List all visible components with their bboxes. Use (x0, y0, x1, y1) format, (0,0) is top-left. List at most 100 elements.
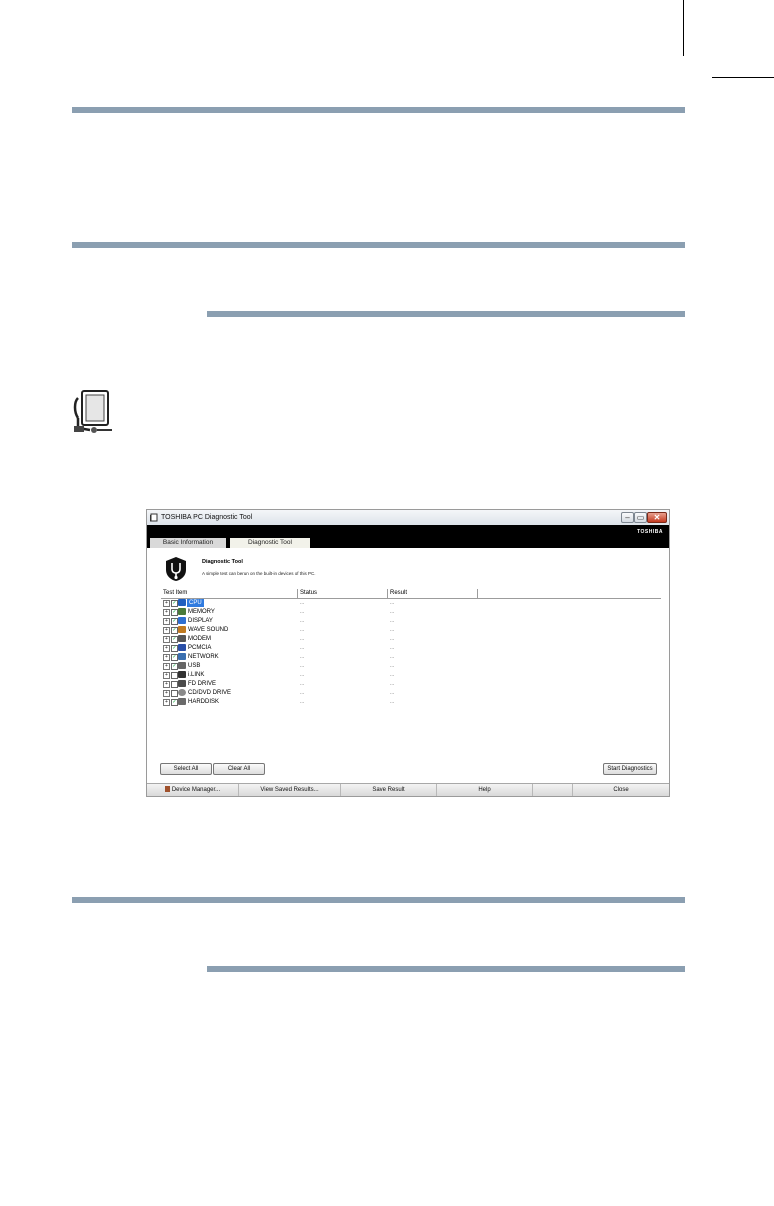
status-cell: ... (300, 600, 305, 606)
section-rule-4 (72, 897, 685, 903)
header-divider (161, 598, 661, 599)
column-separator[interactable] (297, 589, 298, 598)
item-label: WAVE SOUND (188, 627, 229, 633)
header-band: TOSHIBA Basic Information Diagnostic Too… (147, 525, 669, 548)
maximize-button[interactable]: ▭ (634, 512, 647, 523)
column-separator[interactable] (477, 589, 478, 598)
device-manager-label: Device Manager... (171, 787, 221, 793)
section-rule-1 (72, 107, 685, 113)
section-rule-5 (207, 966, 685, 972)
status-cell: ... (300, 627, 305, 633)
modem-icon (178, 635, 186, 642)
pcmcia-icon (178, 644, 186, 651)
column-header-result[interactable]: Result (390, 590, 407, 596)
minimize-button[interactable]: – (621, 512, 634, 523)
crop-mark-top (683, 0, 684, 56)
floppy-icon (178, 680, 186, 687)
status-cell: ... (300, 681, 305, 687)
item-label: MODEM (188, 636, 211, 642)
select-all-button[interactable]: Select All (160, 763, 212, 775)
expand-icon[interactable]: + (163, 600, 170, 607)
status-cell: ... (300, 672, 305, 678)
expand-icon[interactable]: + (163, 681, 170, 688)
sound-icon (178, 626, 186, 633)
close-button[interactable]: Close (573, 784, 669, 796)
save-result-button[interactable]: Save Result (341, 784, 437, 796)
window-title: TOSHIBA PC Diagnostic Tool (161, 514, 253, 521)
diagnostic-tool-window: TOSHIBA PC Diagnostic Tool – ▭ ✕ TOSHIBA… (146, 509, 670, 797)
result-cell: ... (390, 627, 395, 633)
result-cell: ... (390, 663, 395, 669)
status-cell: ... (300, 645, 305, 651)
item-label: CD/DVD DRIVE (188, 690, 232, 696)
section-rule-2 (72, 242, 685, 248)
device-manager-icon (164, 786, 170, 792)
expand-icon[interactable]: + (163, 672, 170, 679)
column-header-test-item[interactable]: Test Item (163, 590, 187, 596)
column-separator[interactable] (387, 589, 388, 598)
result-cell: ... (390, 681, 395, 687)
item-checkbox[interactable]: ✓ (171, 663, 178, 670)
result-cell: ... (390, 672, 395, 678)
result-cell: ... (390, 645, 395, 651)
display-icon (178, 617, 186, 624)
status-cell: ... (300, 636, 305, 642)
item-checkbox[interactable]: ✓ (171, 636, 178, 643)
cpu-icon (178, 599, 186, 606)
item-checkbox[interactable]: ✓ (171, 627, 178, 634)
tab-basic-information[interactable]: Basic Information (150, 538, 226, 548)
item-checkbox[interactable]: ✓ (171, 645, 178, 652)
expand-icon[interactable]: + (163, 609, 170, 616)
expand-icon[interactable]: + (163, 618, 170, 625)
tab-diagnostic-tool[interactable]: Diagnostic Tool (230, 538, 310, 548)
maximize-icon: ▭ (636, 513, 645, 522)
crop-mark-right (712, 77, 774, 78)
item-label: USB (188, 663, 201, 669)
page-description: A simple test can berun on the built-in … (202, 571, 316, 576)
device-manager-button[interactable]: Device Manager... (147, 784, 239, 796)
clear-all-button[interactable]: Clear All (213, 763, 265, 775)
item-checkbox[interactable]: ✓ (171, 609, 178, 616)
result-cell: ... (390, 690, 395, 696)
minimize-icon: – (625, 513, 630, 522)
item-checkbox[interactable] (171, 690, 178, 697)
expand-icon[interactable]: + (163, 663, 170, 670)
status-cell: ... (300, 618, 305, 624)
expand-icon[interactable]: + (163, 627, 170, 634)
item-label: MEMORY (188, 609, 215, 615)
status-cell: ... (300, 690, 305, 696)
ilink-icon (178, 671, 186, 678)
item-label: CPU (187, 599, 204, 607)
column-header-status[interactable]: Status (300, 590, 317, 596)
expand-icon[interactable]: + (163, 690, 170, 697)
expand-icon[interactable]: + (163, 699, 170, 706)
item-checkbox[interactable]: ✓ (171, 618, 178, 625)
diagnostic-tool-logo-icon (166, 557, 186, 581)
section-rule-3 (207, 311, 685, 317)
cd-icon (178, 689, 186, 696)
item-checkbox[interactable] (171, 672, 178, 679)
diagnostic-clipboard-icon (73, 390, 112, 433)
help-button[interactable]: Help (437, 784, 533, 796)
window-close-button[interactable]: ✕ (647, 512, 667, 523)
expand-icon[interactable]: + (163, 654, 170, 661)
network-icon (178, 653, 186, 660)
usb-icon (178, 662, 186, 669)
result-cell: ... (390, 636, 395, 642)
item-label: i.LINK (188, 672, 205, 678)
expand-icon[interactable]: + (163, 636, 170, 643)
result-cell: ... (390, 654, 395, 660)
status-cell: ... (300, 663, 305, 669)
item-label: DISPLAY (188, 618, 213, 624)
view-saved-results-button[interactable]: View Saved Results... (239, 784, 341, 796)
item-checkbox[interactable] (171, 681, 178, 688)
item-checkbox[interactable]: ✓ (171, 699, 178, 706)
result-cell: ... (390, 618, 395, 624)
item-checkbox[interactable]: ✓ (171, 654, 178, 661)
expand-icon[interactable]: + (163, 645, 170, 652)
item-checkbox[interactable]: ✓ (171, 600, 178, 607)
status-cell: ... (300, 654, 305, 660)
result-cell: ... (390, 699, 395, 705)
item-label: PCMCIA (188, 645, 212, 651)
start-diagnostics-button[interactable]: Start Diagnostics (603, 763, 657, 775)
